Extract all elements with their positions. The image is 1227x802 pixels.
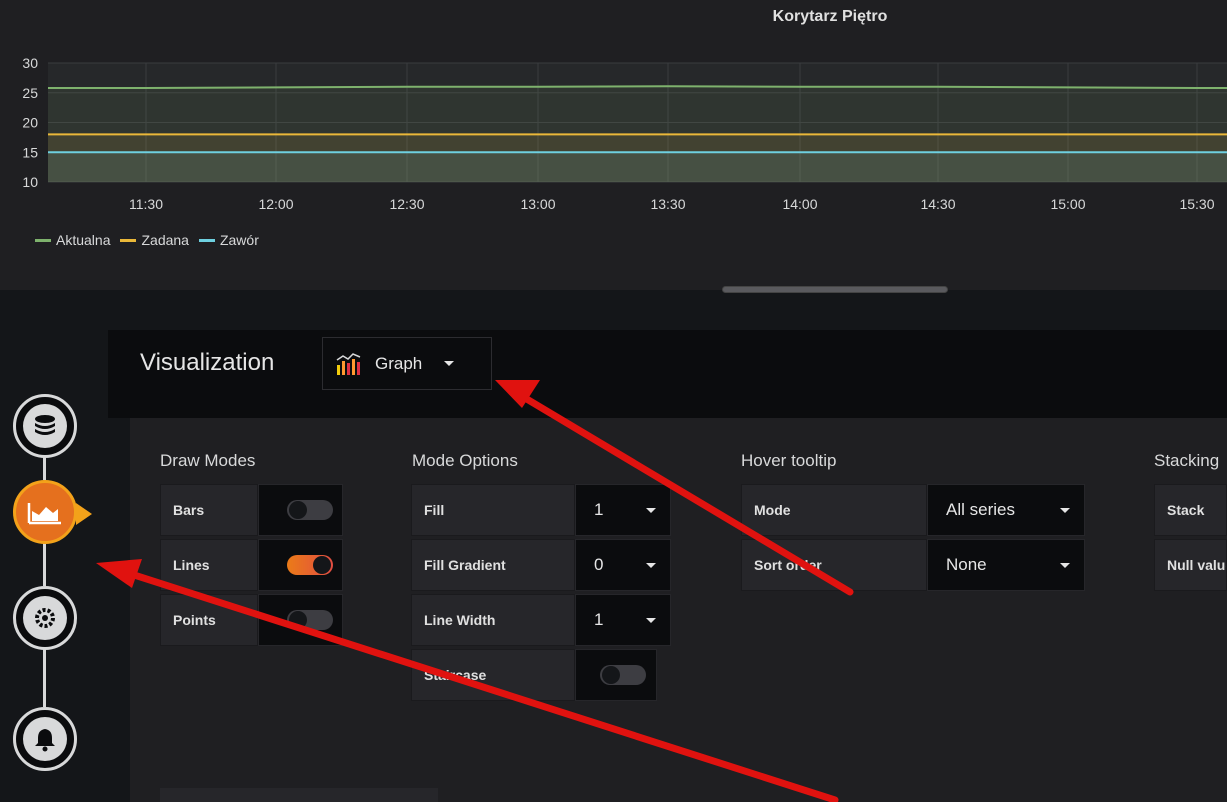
bell-icon: [23, 717, 67, 761]
tooltip-mode-select[interactable]: All series: [927, 484, 1085, 536]
lines-toggle[interactable]: [258, 539, 343, 591]
chart-icon: [27, 503, 61, 525]
x-tick-label: 13:00: [520, 196, 555, 212]
graph-icon: [336, 352, 361, 375]
chevron-down-icon: [1060, 562, 1070, 568]
fill-gradient-value: 0: [594, 555, 604, 574]
legend-label: Aktualna: [56, 232, 111, 248]
visualization-picker[interactable]: Graph: [322, 337, 492, 390]
settings-icon: [23, 596, 67, 640]
line-width-value: 1: [594, 610, 604, 629]
chevron-down-icon: [1060, 507, 1070, 513]
line-chart: 10 15 20 25 30 11:30 12:00 12:30 13:00 13:30 14:00…: [22, 55, 1227, 212]
sort-order-label: Sort order: [741, 539, 927, 591]
x-tick-label: 13:30: [650, 196, 685, 212]
line-width-label: Line Width: [411, 594, 575, 646]
y-tick-label: 30: [22, 55, 38, 71]
staircase-label: Staircase: [411, 649, 575, 701]
x-tick-label: 11:30: [129, 196, 163, 212]
line-width-select[interactable]: 1: [575, 594, 671, 646]
bars-toggle[interactable]: [258, 484, 343, 536]
panel-resize-handle[interactable]: [722, 286, 948, 293]
stacking-title: Stacking: [1154, 451, 1220, 470]
chevron-down-icon: [444, 361, 455, 366]
fill-select[interactable]: 1: [575, 484, 671, 536]
points-toggle[interactable]: [258, 594, 343, 646]
legend-swatch: [120, 238, 137, 242]
x-tick-label: 12:00: [258, 196, 293, 212]
series-fill-zawór: [48, 152, 1227, 182]
sort-order-select[interactable]: None: [927, 539, 1085, 591]
chevron-down-icon: [646, 507, 656, 513]
legend-swatch: [35, 238, 51, 242]
options-subpanel: [160, 788, 438, 802]
x-tick-label: 15:00: [1050, 196, 1085, 212]
x-tick-label: 14:30: [920, 196, 955, 212]
visualization-picker-value: Graph: [375, 353, 423, 373]
visualization-header: [108, 330, 1227, 418]
toggle-switch: [287, 555, 333, 575]
visualization-title: Visualization: [140, 349, 275, 376]
legend-label: Zadana: [141, 232, 189, 248]
database-icon: [23, 404, 67, 448]
staircase-toggle[interactable]: [575, 649, 657, 701]
legend: Aktualna Zadana Zawór: [35, 232, 259, 248]
tooltip-mode-label: Mode: [741, 484, 927, 536]
y-tick-label: 10: [22, 174, 38, 190]
points-label: Points: [160, 594, 258, 646]
chevron-down-icon: [646, 617, 656, 623]
toggle-switch: [600, 665, 646, 685]
sort-order-value: None: [946, 555, 987, 574]
chevron-down-icon: [646, 562, 656, 568]
alert-step[interactable]: [13, 707, 77, 771]
step-connector: [43, 540, 46, 586]
active-step-pointer: [76, 503, 92, 525]
lines-label: Lines: [160, 539, 258, 591]
x-tick-label: 14:00: [782, 196, 817, 212]
toggle-switch: [287, 500, 333, 520]
editor-steps-rail: [0, 390, 108, 802]
step-connector: [43, 645, 46, 707]
tooltip-mode-value: All series: [946, 500, 1015, 519]
null-value-label: Null value: [1154, 539, 1227, 591]
fill-gradient-label: Fill Gradient: [411, 539, 575, 591]
toggle-switch: [287, 610, 333, 630]
fill-gradient-select[interactable]: 0: [575, 539, 671, 591]
visualization-step[interactable]: [13, 480, 77, 544]
x-tick-label: 15:30: [1179, 196, 1214, 212]
hover-tooltip-title: Hover tooltip: [741, 451, 837, 470]
fill-value: 1: [594, 500, 604, 519]
y-tick-label: 15: [22, 144, 38, 160]
general-step[interactable]: [13, 586, 77, 650]
legend-item-zadana[interactable]: Zadana: [120, 232, 189, 248]
mode-options-title: Mode Options: [412, 451, 518, 470]
legend-item-zawor[interactable]: Zawór: [198, 232, 259, 248]
legend-swatch: [198, 238, 215, 242]
bars-label: Bars: [160, 484, 258, 536]
queries-step[interactable]: [13, 394, 77, 458]
y-tick-label: 25: [22, 85, 38, 101]
draw-modes-title: Draw Modes: [160, 451, 256, 470]
fill-label: Fill: [411, 484, 575, 536]
stack-label: Stack: [1154, 484, 1227, 536]
y-tick-label: 20: [22, 115, 38, 131]
panel-title[interactable]: Korytarz Piętro: [0, 8, 1227, 26]
legend-label: Zawór: [219, 232, 259, 248]
legend-item-aktualna[interactable]: Aktualna: [35, 232, 110, 248]
x-tick-label: 12:30: [389, 196, 424, 212]
